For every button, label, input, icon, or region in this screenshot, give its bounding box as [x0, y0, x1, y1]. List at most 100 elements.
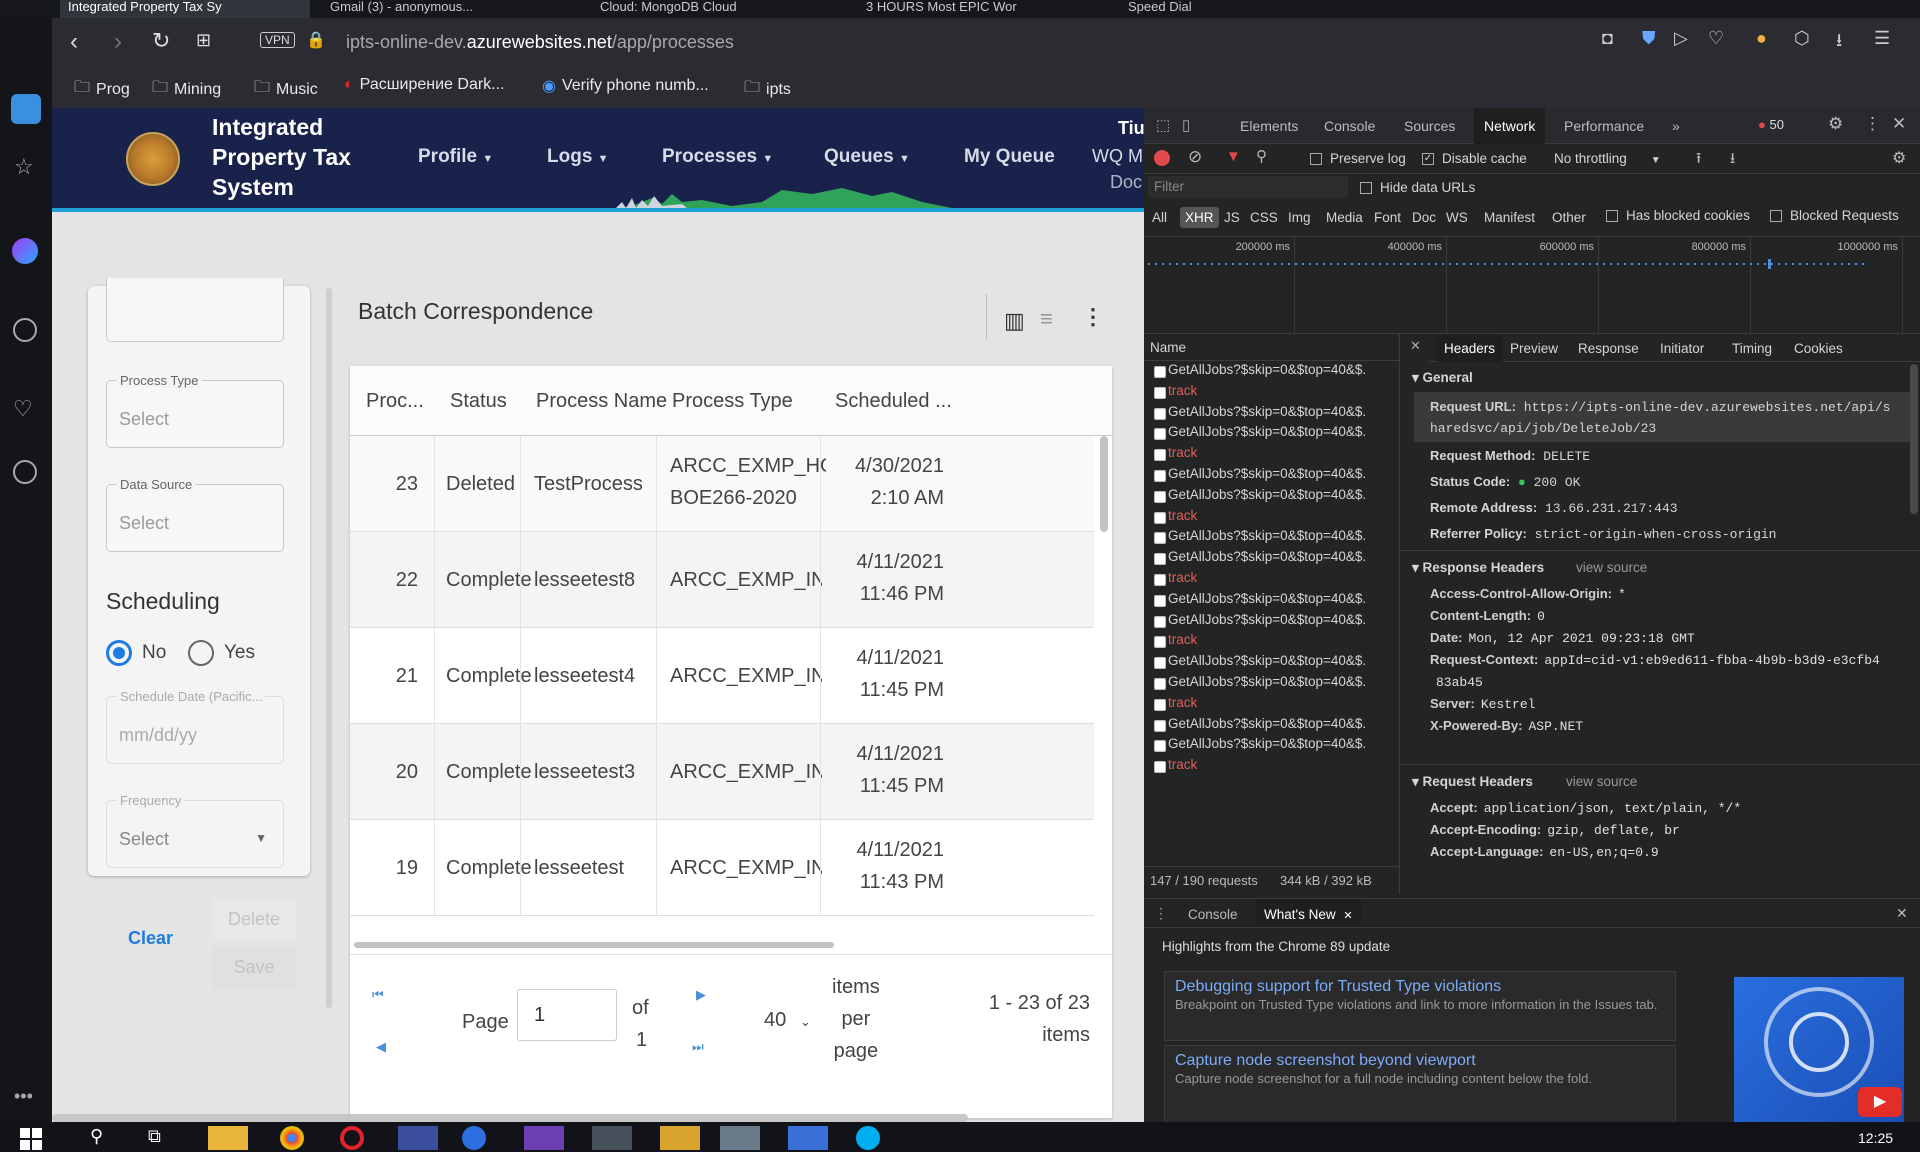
- star-icon[interactable]: ☆: [14, 154, 34, 180]
- tab-gmail[interactable]: Gmail (3) - anonymous...: [322, 0, 562, 18]
- delete-button[interactable]: Delete: [212, 898, 296, 940]
- request-row[interactable]: track: [1168, 632, 1197, 647]
- task-view-icon[interactable]: ⧉: [148, 1126, 161, 1147]
- prev-page-icon[interactable]: ◀: [376, 1039, 386, 1055]
- has-blocked-cookies-checkbox[interactable]: Has blocked cookies: [1606, 208, 1750, 223]
- clear-icon[interactable]: ⊘: [1188, 147, 1202, 167]
- frequency-select[interactable]: Frequency Select ▼: [106, 793, 284, 868]
- columns-icon[interactable]: ▥: [1004, 308, 1025, 334]
- drawer-close-icon[interactable]: ✕: [1896, 905, 1908, 922]
- tab-youtube[interactable]: 3 HOURS Most EPIC Wor: [858, 0, 1098, 18]
- header-value[interactable]: application/json, text/plain, */*: [1484, 801, 1741, 816]
- header-value[interactable]: Kestrel: [1481, 697, 1536, 712]
- header-value[interactable]: 83ab45: [1436, 675, 1483, 690]
- header-value[interactable]: haredsvc/api/job/DeleteJob/23: [1430, 421, 1656, 436]
- detail-scrollbar[interactable]: [1910, 364, 1918, 514]
- radio-yes[interactable]: Yes: [188, 640, 255, 666]
- view-source-link[interactable]: view source: [1566, 774, 1637, 789]
- bookmark-ipts[interactable]: 🗀 ipts: [744, 76, 791, 103]
- kebab-icon[interactable]: ⋮: [1864, 114, 1881, 134]
- tab-mongodb[interactable]: Cloud: MongoDB Cloud: [592, 0, 832, 18]
- request-checkbox[interactable]: [1154, 366, 1166, 378]
- request-checkbox[interactable]: [1154, 698, 1166, 711]
- request-checkbox[interactable]: [1154, 449, 1166, 462]
- request-row[interactable]: track: [1168, 695, 1197, 710]
- request-checkbox[interactable]: [1154, 532, 1166, 545]
- inspect-icon[interactable]: ⬚: [1156, 116, 1170, 134]
- view-source-link[interactable]: view source: [1576, 560, 1647, 575]
- tab-speed-dial[interactable]: Speed Dial: [1120, 0, 1360, 18]
- network-settings-icon[interactable]: ⚙: [1892, 148, 1906, 168]
- table-row[interactable]: 23DeletedTestProcessARCC_EXMP_HOX-BOE266…: [350, 436, 1094, 532]
- col-header-process-type[interactable]: Process Type: [672, 390, 793, 413]
- close-icon[interactable]: ✕: [1892, 114, 1906, 134]
- devtools-tab-network[interactable]: Network: [1474, 108, 1546, 144]
- header-value[interactable]: appId=cid-v1:eb9ed611-fbba-4b9b-b3d9-e3c…: [1544, 653, 1879, 668]
- drawer-menu-icon[interactable]: ⋮: [1154, 905, 1168, 922]
- devtools-tab-performance[interactable]: Performance: [1564, 118, 1644, 134]
- request-row[interactable]: GetAllJobs?$skip=0&$top=40&$.: [1168, 528, 1366, 543]
- header-value[interactable]: en-US,en;q=0.9: [1549, 845, 1658, 860]
- type-manifest[interactable]: Manifest: [1484, 210, 1535, 225]
- request-checkbox[interactable]: [1154, 719, 1166, 732]
- request-checkbox[interactable]: [1154, 594, 1166, 607]
- type-all[interactable]: All: [1152, 210, 1167, 225]
- type-media[interactable]: Media: [1326, 210, 1363, 225]
- bookmark-dark-extension[interactable]: ◐ Расширение Dark...: [344, 76, 505, 94]
- response-headers-toggle[interactable]: ▾ Response Headers: [1412, 560, 1544, 576]
- schedule-date-input[interactable]: Schedule Date (Pacific... mm/dd/yy: [106, 689, 284, 764]
- visual-studio-icon[interactable]: [524, 1126, 564, 1150]
- close-icon[interactable]: ✕: [1343, 910, 1352, 922]
- general-section-toggle[interactable]: ▾ General: [1412, 370, 1473, 386]
- detail-tab-timing[interactable]: Timing: [1732, 341, 1772, 356]
- url-text[interactable]: ipts-online-dev.azurewebsites.net/app/pr…: [346, 32, 734, 53]
- bookmark-mining[interactable]: 🗀 Mining: [152, 76, 221, 103]
- request-row[interactable]: GetAllJobs?$skip=0&$top=40&$.: [1168, 591, 1366, 606]
- request-row[interactable]: GetAllJobs?$skip=0&$top=40&$.: [1168, 612, 1366, 627]
- request-checkbox[interactable]: [1154, 740, 1166, 753]
- more-vert-icon[interactable]: ⋮: [1082, 304, 1104, 330]
- nav-logs[interactable]: Logs ▼: [547, 146, 609, 168]
- tabs-grid-icon[interactable]: ⊞: [196, 30, 211, 51]
- more-tabs-icon[interactable]: »: [1672, 118, 1680, 134]
- type-img[interactable]: Img: [1288, 210, 1311, 225]
- request-checkbox[interactable]: [1154, 490, 1166, 503]
- header-value[interactable]: *: [1618, 587, 1626, 602]
- grid-vscrollbar[interactable]: [1100, 436, 1108, 532]
- save-button[interactable]: Save: [212, 946, 296, 988]
- news-card[interactable]: Debugging support for Trusted Type viola…: [1164, 971, 1676, 1041]
- blocked-requests-checkbox[interactable]: Blocked Requests: [1770, 208, 1899, 223]
- table-row[interactable]: 21Completelesseetest4ARCC_EXMP_INX_Le4/1…: [350, 628, 1094, 724]
- request-row[interactable]: GetAllJobs?$skip=0&$top=40&$.: [1168, 674, 1366, 689]
- news-title[interactable]: Debugging support for Trusted Type viola…: [1175, 978, 1665, 996]
- devtools-tab-console[interactable]: Console: [1324, 118, 1375, 134]
- player-icon[interactable]: [13, 318, 37, 342]
- history-icon[interactable]: [13, 460, 37, 484]
- filter-funnel-icon[interactable]: ▼: [1226, 148, 1241, 165]
- header-value[interactable]: https://ipts-online-dev.azurewebsites.ne…: [1524, 400, 1891, 415]
- nav-extra-bottom[interactable]: Doc: [1110, 172, 1142, 193]
- request-row[interactable]: GetAllJobs?$skip=0&$top=40&$.: [1168, 736, 1366, 751]
- table-row[interactable]: 20Completelesseetest3ARCC_EXMP_INX_Le4/1…: [350, 724, 1094, 820]
- more-icon[interactable]: •••: [14, 1086, 33, 1107]
- col-header-status[interactable]: Status: [450, 390, 507, 413]
- search-icon[interactable]: ⚲: [90, 1126, 103, 1147]
- nav-queues[interactable]: Queues ▼: [824, 146, 910, 168]
- request-row[interactable]: track: [1168, 757, 1197, 772]
- type-xhr[interactable]: XHR: [1180, 207, 1219, 228]
- request-row[interactable]: GetAllJobs?$skip=0&$top=40&$.: [1168, 404, 1366, 419]
- request-checkbox[interactable]: [1154, 636, 1166, 649]
- table-row[interactable]: 19CompletelesseetestARCC_EXMP_INX_Le4/11…: [350, 820, 1094, 916]
- nav-wq-manager[interactable]: WQ M: [1092, 146, 1143, 167]
- request-row[interactable]: GetAllJobs?$skip=0&$top=40&$.: [1168, 487, 1366, 502]
- devtools-tab-elements[interactable]: Elements: [1240, 118, 1298, 134]
- type-font[interactable]: Font: [1374, 210, 1401, 225]
- col-header-process-name[interactable]: Process Name: [536, 390, 667, 413]
- drawer-tab-whats-new[interactable]: What's New ✕: [1256, 899, 1361, 927]
- page-size-select[interactable]: 40 ⌄: [764, 1009, 811, 1032]
- opera-icon[interactable]: [340, 1126, 364, 1150]
- header-value[interactable]: gzip, deflate, br: [1547, 823, 1680, 838]
- header-value[interactable]: Mon, 12 Apr 2021 09:23:18 GMT: [1469, 631, 1695, 646]
- app-icon[interactable]: [720, 1126, 760, 1150]
- cube-icon[interactable]: ⬡: [1794, 28, 1810, 49]
